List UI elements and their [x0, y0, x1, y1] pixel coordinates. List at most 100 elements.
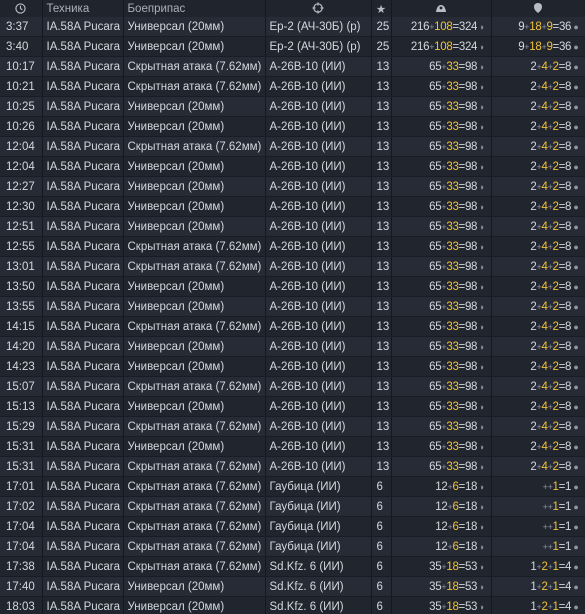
rp-bonus: 33 [446, 360, 459, 373]
sl-total: =36 [552, 20, 572, 33]
table-row[interactable]: 17:40 IA.58A Pucara Универсал (20мм) Sd.Kfz… [0, 576, 585, 597]
research-points-icon: ◗ [477, 181, 485, 192]
table-row[interactable]: 17:04 IA.58A Pucara Скрытная атака (7.62мм… [0, 516, 585, 537]
battle-log-panel: Техника Боеприпас ★ 3:37 IA.58A Pucara У… [0, 0, 585, 614]
table-row[interactable]: 3:37 IA.58A Pucara Универсал (20мм) Ер-2 (А… [0, 17, 585, 37]
rank-cell: 13 [371, 156, 392, 177]
vehicle-cell: IA.58A Pucara [42, 536, 124, 557]
rp-total: =98 [458, 220, 478, 233]
time-cell: 17:04 [0, 536, 43, 557]
table-row[interactable]: 18:03 IA.58A Pucara Универсал (20мм) Sd.Kfz… [0, 596, 585, 614]
table-row[interactable]: 10:26 IA.58A Pucara Универсал (20мм) А-26В-… [0, 116, 585, 137]
table-row[interactable]: 14:20 IA.58A Pucara Универсал (20мм) А-26В-… [0, 336, 585, 357]
table-row[interactable]: 15:29 IA.58A Pucara Скрытная атака (7.62мм… [0, 416, 585, 437]
sl-cell: 2+4+2=8 ● [491, 156, 585, 177]
ammo-cell: Универсал (20мм) [123, 596, 266, 614]
research-points-icon: ◗ [477, 381, 485, 392]
target-cell: А-26В-10 (ИИ) [265, 356, 372, 377]
rp-bonus: 18 [446, 560, 459, 573]
time-column-header[interactable] [0, 0, 43, 17]
rank-cell: 6 [371, 476, 392, 497]
rank-cell: 13 [371, 376, 392, 397]
target-cell: А-26В-10 (ИИ) [265, 296, 372, 317]
table-row[interactable]: 12:04 IA.58A Pucara Скрытная атака (7.62мм… [0, 136, 585, 157]
table-row[interactable]: 10:17 IA.58A Pucara Скрытная атака (7.62мм… [0, 56, 585, 77]
sl-total: =8 [558, 340, 572, 353]
time-cell: 12:55 [0, 236, 43, 257]
rp-total: =18 [458, 540, 478, 553]
time-cell: 10:21 [0, 76, 43, 97]
rank-cell: 13 [371, 356, 392, 377]
table-row[interactable]: 12:04 IA.58A Pucara Универсал (20мм) А-26В-… [0, 156, 585, 177]
time-cell: 13:50 [0, 276, 43, 297]
sl-cell: 2+4+2=8 ● [491, 456, 585, 477]
vehicle-column-header[interactable]: Техника [42, 0, 124, 17]
research-points-icon: ◗ [477, 201, 485, 212]
table-row[interactable]: 15:31 IA.58A Pucara Универсал (20мм) А-26В-… [0, 436, 585, 457]
rp-column-header[interactable] [391, 0, 492, 17]
research-points-icon: ◗ [477, 61, 485, 72]
sl-total: =8 [558, 400, 572, 413]
rp-cell: 65+33=98 ◗ [391, 236, 492, 257]
table-row[interactable]: 3:40 IA.58A Pucara Универсал (20мм) Ер-2 (А… [0, 36, 585, 57]
sl-total: =8 [558, 320, 572, 333]
table-row[interactable]: 13:01 IA.58A Pucara Скрытная атака (7.62мм… [0, 256, 585, 277]
table-row[interactable]: 12:55 IA.58A Pucara Скрытная атака (7.62мм… [0, 236, 585, 257]
rp-total: =98 [458, 60, 478, 73]
table-row[interactable]: 17:38 IA.58A Pucara Скрытная атака (7.62мм… [0, 556, 585, 577]
table-header-row: Техника Боеприпас ★ [0, 0, 585, 17]
research-points-icon: ◗ [477, 501, 485, 512]
rp-total: =98 [458, 440, 478, 453]
research-points-icon: ◗ [477, 221, 485, 232]
rp-total: =98 [458, 340, 478, 353]
table-row[interactable]: 12:27 IA.58A Pucara Универсал (20мм) А-26В-… [0, 176, 585, 197]
sl-column-header[interactable] [491, 0, 585, 17]
rank-column-header[interactable]: ★ [371, 0, 392, 17]
target-column-header[interactable] [265, 0, 372, 17]
research-points-icon: ◗ [477, 241, 485, 252]
time-cell: 10:17 [0, 56, 43, 77]
research-points-icon: ◗ [477, 261, 485, 272]
rank-cell: 13 [371, 96, 392, 117]
table-row[interactable]: 14:15 IA.58A Pucara Скрытная атака (7.62мм… [0, 316, 585, 337]
silver-lions-icon: ● [571, 121, 579, 132]
table-row[interactable]: 13:55 IA.58A Pucara Универсал (20мм) А-26В-… [0, 296, 585, 317]
table-row[interactable]: 15:31 IA.58A Pucara Скрытная атака (7.62мм… [0, 456, 585, 477]
rp-base: 35 [429, 560, 442, 573]
time-cell: 14:20 [0, 336, 43, 357]
sl-total: =8 [558, 140, 572, 153]
silver-lions-icon: ● [571, 281, 579, 292]
rp-bonus: 33 [446, 340, 459, 353]
table-row[interactable]: 12:51 IA.58A Pucara Универсал (20мм) А-26В-… [0, 216, 585, 237]
silver-lions-icon: ● [571, 201, 579, 212]
sl-total: =8 [558, 240, 572, 253]
table-row[interactable]: 17:01 IA.58A Pucara Скрытная атака (7.62мм… [0, 476, 585, 497]
rp-cell: 35+18=53 ◗ [391, 556, 492, 577]
table-row[interactable]: 12:30 IA.58A Pucara Универсал (20мм) А-26В-… [0, 196, 585, 217]
ammo-column-header[interactable]: Боеприпас [123, 0, 266, 17]
rp-total: =98 [458, 460, 478, 473]
sl-cell: 1+2+1=4 ● [491, 576, 585, 597]
table-row[interactable]: 17:02 IA.58A Pucara Скрытная атака (7.62мм… [0, 496, 585, 517]
rp-total: =98 [458, 240, 478, 253]
table-row[interactable]: 15:13 IA.58A Pucara Универсал (20мм) А-26В-… [0, 396, 585, 417]
rank-cell: 13 [371, 396, 392, 417]
rp-total: =98 [458, 140, 478, 153]
table-row[interactable]: 13:50 IA.58A Pucara Универсал (20мм) А-26В-… [0, 276, 585, 297]
clock-icon [15, 3, 26, 14]
silver-lions-icon: ● [571, 341, 579, 352]
silver-lions-icon: ● [571, 41, 579, 52]
table-row[interactable]: 17:04 IA.58A Pucara Скрытная атака (7.62мм… [0, 536, 585, 557]
table-row[interactable]: 14:23 IA.58A Pucara Универсал (20мм) А-26В-… [0, 356, 585, 377]
sl-cell: 2+4+2=8 ● [491, 396, 585, 417]
table-row[interactable]: 10:25 IA.58A Pucara Универсал (20мм) А-26В-… [0, 96, 585, 117]
rp-total: =18 [458, 500, 478, 513]
rp-base: 65 [429, 320, 442, 333]
vehicle-cell: IA.58A Pucara [42, 176, 124, 197]
research-points-icon: ◗ [477, 121, 485, 132]
table-row[interactable]: 15:07 IA.58A Pucara Скрытная атака (7.62мм… [0, 376, 585, 397]
time-cell: 12:04 [0, 156, 43, 177]
time-cell: 14:15 [0, 316, 43, 337]
table-row[interactable]: 10:21 IA.58A Pucara Скрытная атака (7.62мм… [0, 76, 585, 97]
vehicle-cell: IA.58A Pucara [42, 556, 124, 577]
